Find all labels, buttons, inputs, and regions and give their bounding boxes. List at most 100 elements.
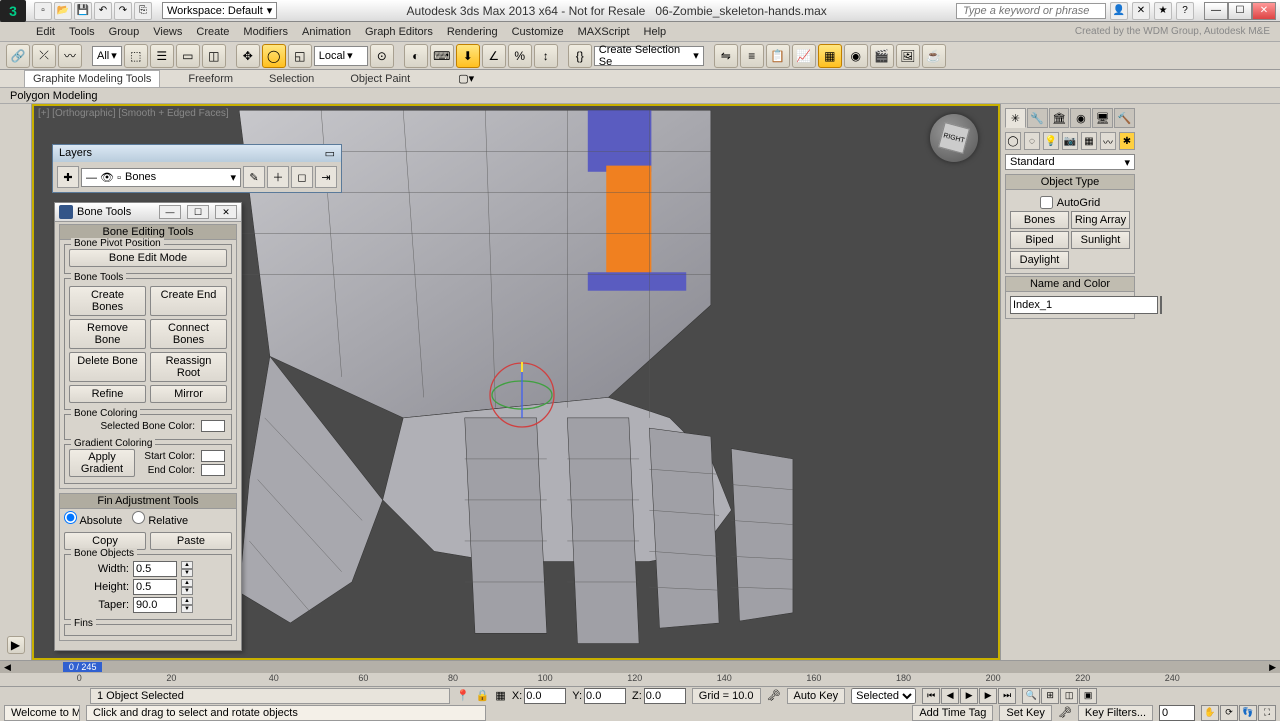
menu-create[interactable]: Create bbox=[196, 26, 229, 38]
end-color-swatch[interactable] bbox=[201, 464, 225, 476]
viewport[interactable]: [+] [Orthographic] [Smooth + Edged Faces… bbox=[32, 104, 1000, 660]
cp-display-tab[interactable]: 🖥 bbox=[1092, 108, 1113, 128]
height-spinner[interactable] bbox=[133, 579, 177, 595]
selected-bone-color-swatch[interactable] bbox=[201, 420, 225, 432]
nav-fov-icon[interactable]: ◫ bbox=[1060, 688, 1078, 704]
cp-create-tab[interactable]: ✳ bbox=[1005, 108, 1026, 128]
layers-new-icon[interactable]: ✚ bbox=[57, 166, 79, 188]
cp-category-dropdown[interactable]: Standard ▾ bbox=[1005, 154, 1135, 170]
material-editor-icon[interactable]: ◉ bbox=[844, 44, 868, 68]
mirror-icon[interactable]: ⇋ bbox=[714, 44, 738, 68]
viewport-label[interactable]: [+] [Orthographic] [Smooth + Edged Faces… bbox=[38, 108, 229, 119]
ribbon-tab-selection[interactable]: Selection bbox=[261, 71, 322, 87]
fin-adjustment-header[interactable]: Fin Adjustment Tools bbox=[60, 494, 236, 509]
menu-group[interactable]: Group bbox=[109, 26, 140, 38]
isolate-icon[interactable]: ▦ bbox=[495, 689, 505, 702]
scale-tool-icon[interactable]: ◱ bbox=[288, 44, 312, 68]
relative-radio[interactable]: Relative bbox=[132, 511, 188, 527]
next-frame-icon[interactable]: ▶ bbox=[979, 688, 997, 704]
menu-customize[interactable]: Customize bbox=[512, 26, 564, 38]
named-sel-set-icon[interactable]: {} bbox=[568, 44, 592, 68]
cp-systems-icon[interactable]: ✱ bbox=[1119, 132, 1135, 150]
ribbon-expand-icon[interactable]: ▢▾ bbox=[458, 72, 474, 85]
bone-tools-dialog[interactable]: Bone Tools — ☐ ✕ Bone Editing Tools Bone… bbox=[54, 202, 242, 651]
angle-snap-icon[interactable]: ∠ bbox=[482, 44, 506, 68]
window-crossing-icon[interactable]: ◫ bbox=[202, 44, 226, 68]
lock-icon[interactable]: 🔒 bbox=[476, 689, 490, 702]
nav-max-icon[interactable]: ⛶ bbox=[1258, 705, 1276, 721]
nav-zoom-icon[interactable]: 🔍 bbox=[1022, 688, 1040, 704]
help-icon[interactable]: ? bbox=[1176, 2, 1194, 20]
delete-bone-button[interactable]: Delete Bone bbox=[69, 352, 146, 382]
autogrid-checkbox[interactable] bbox=[1040, 196, 1053, 209]
schematic-view-icon[interactable]: ▦ bbox=[818, 44, 842, 68]
cp-motion-tab[interactable]: ◉ bbox=[1070, 108, 1091, 128]
select-name-icon[interactable]: ☰ bbox=[150, 44, 174, 68]
bone-edit-mode-button[interactable]: Bone Edit Mode bbox=[69, 249, 227, 267]
comm-center-icon[interactable]: 🗝 bbox=[767, 689, 781, 702]
setkey-button[interactable]: Set Key bbox=[999, 705, 1052, 721]
cp-modify-tab[interactable]: 🔧 bbox=[1027, 108, 1048, 128]
nav-pan-icon[interactable]: ✋ bbox=[1201, 705, 1219, 721]
ref-coord-system[interactable]: Local▾ bbox=[314, 46, 368, 66]
spinner-snap-icon[interactable]: ↕ bbox=[534, 44, 558, 68]
layers-manager-icon[interactable]: 📋 bbox=[766, 44, 790, 68]
autokey-button[interactable]: Auto Key bbox=[787, 688, 846, 704]
object-color-swatch[interactable] bbox=[1160, 296, 1162, 314]
infocenter-icon[interactable]: 👤 bbox=[1110, 2, 1128, 20]
reassign-root-button[interactable]: Reassign Root bbox=[150, 352, 227, 382]
search-input[interactable] bbox=[956, 3, 1106, 19]
layers-collapse-icon[interactable]: ▭ bbox=[325, 147, 335, 160]
close-button[interactable]: ✕ bbox=[1252, 2, 1276, 20]
nav-zoom-ext-icon[interactable]: ▣ bbox=[1079, 688, 1097, 704]
create-bones-button[interactable]: Create Bones bbox=[69, 286, 146, 316]
link-icon[interactable]: ⎘ bbox=[134, 2, 152, 20]
select-object-icon[interactable]: ⬚ bbox=[124, 44, 148, 68]
mirror-button[interactable]: Mirror bbox=[150, 385, 227, 403]
align-icon[interactable]: ≡ bbox=[740, 44, 764, 68]
cp-hierarchy-tab[interactable]: 🏛 bbox=[1049, 108, 1070, 128]
object-type-header[interactable]: Object Type bbox=[1006, 175, 1134, 190]
favorites-icon[interactable]: ★ bbox=[1154, 2, 1172, 20]
percent-snap-icon[interactable]: % bbox=[508, 44, 532, 68]
cp-utilities-tab[interactable]: 🔨 bbox=[1114, 108, 1135, 128]
cp-lights-icon[interactable]: 💡 bbox=[1043, 132, 1059, 150]
menu-tools[interactable]: Tools bbox=[69, 26, 95, 38]
paste-fin-button[interactable]: Paste bbox=[150, 532, 232, 550]
move-tool-icon[interactable]: ✥ bbox=[236, 44, 260, 68]
named-selection-sets[interactable]: Create Selection Se▾ bbox=[594, 46, 704, 66]
refine-button[interactable]: Refine bbox=[69, 385, 146, 403]
nav-orbit-icon[interactable]: ⟳ bbox=[1220, 705, 1238, 721]
ring-array-button[interactable]: Ring Array bbox=[1071, 211, 1130, 229]
rotate-tool-icon[interactable]: ◯ bbox=[262, 44, 286, 68]
ribbon-tab-object-paint[interactable]: Object Paint bbox=[342, 71, 418, 87]
menu-graph-editors[interactable]: Graph Editors bbox=[365, 26, 433, 38]
apply-gradient-button[interactable]: Apply Gradient bbox=[69, 449, 135, 477]
manipulate-icon[interactable]: ◐ bbox=[404, 44, 428, 68]
render-setup-icon[interactable]: 🎬 bbox=[870, 44, 894, 68]
key-toggle-icon[interactable]: 🗝 bbox=[1058, 706, 1072, 719]
maxscript-mini[interactable]: Welcome to M bbox=[4, 705, 80, 721]
minimize-button[interactable]: — bbox=[1204, 2, 1228, 20]
viewcube[interactable]: RIGHT bbox=[930, 114, 978, 162]
layers-set-current-icon[interactable]: ⇥ bbox=[315, 166, 337, 188]
menu-animation[interactable]: Animation bbox=[302, 26, 351, 38]
cp-cameras-icon[interactable]: 📷 bbox=[1062, 132, 1078, 150]
remove-bone-button[interactable]: Remove Bone bbox=[69, 319, 146, 349]
current-frame-input[interactable] bbox=[1159, 705, 1195, 721]
biped-button[interactable]: Biped bbox=[1010, 231, 1069, 249]
snap-toggle-icon[interactable]: ⬇ bbox=[456, 44, 480, 68]
prev-frame-icon[interactable]: ◀ bbox=[941, 688, 959, 704]
daylight-button[interactable]: Daylight bbox=[1010, 251, 1069, 269]
create-end-button[interactable]: Create End bbox=[150, 286, 227, 316]
layers-current-dropdown[interactable]: — 👁 ▫ Bones▾ bbox=[81, 168, 241, 187]
nav-zoom-all-icon[interactable]: ⊞ bbox=[1041, 688, 1059, 704]
exchange-icon[interactable]: ✕ bbox=[1132, 2, 1150, 20]
connect-bones-button[interactable]: Connect Bones bbox=[150, 319, 227, 349]
play-script-icon[interactable]: ▶ bbox=[7, 636, 25, 654]
new-file-icon[interactable]: ▫ bbox=[34, 2, 52, 20]
frame-indicator[interactable]: 0 / 245 bbox=[63, 662, 103, 672]
play-icon[interactable]: ▶ bbox=[960, 688, 978, 704]
undo-icon[interactable]: ↶ bbox=[94, 2, 112, 20]
keyboard-shortcut-icon[interactable]: ⌨ bbox=[430, 44, 454, 68]
